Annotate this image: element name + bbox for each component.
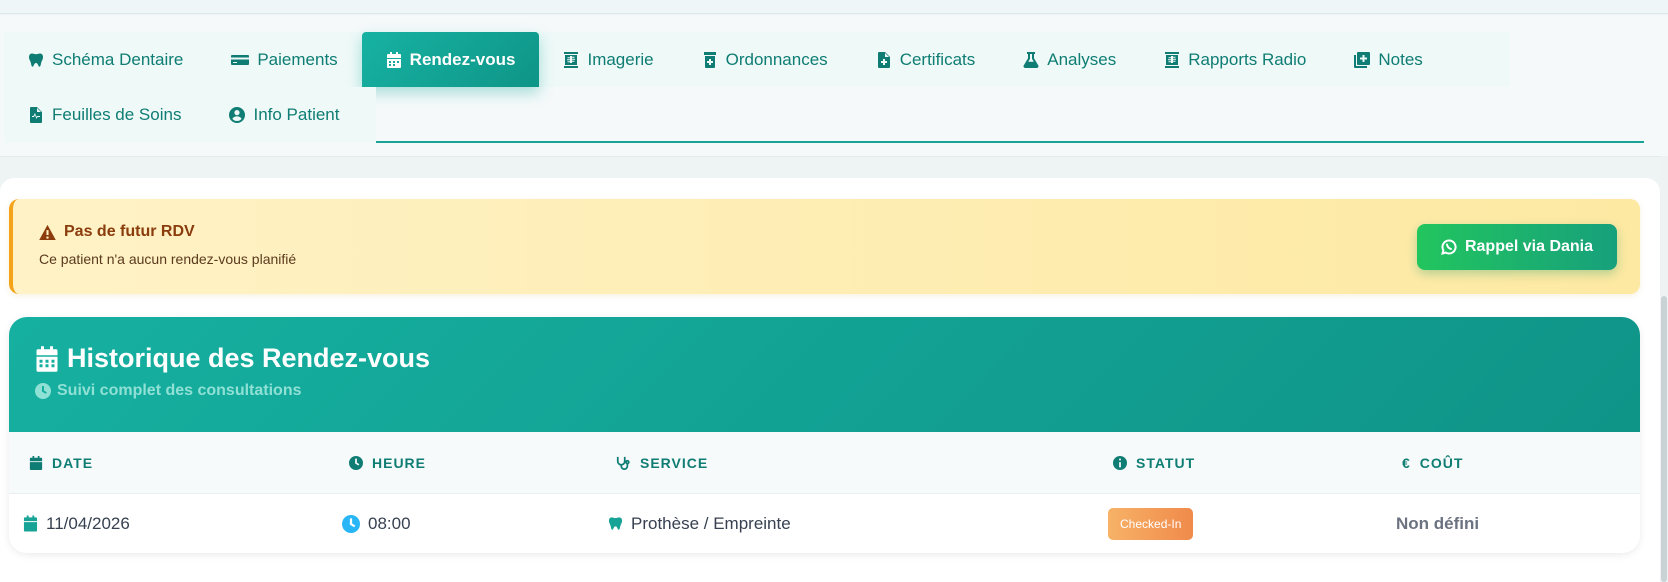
alert-title: Pas de futur RDV	[39, 223, 195, 241]
flask-icon	[1023, 51, 1039, 68]
tab-schema-dentaire[interactable]: Schéma Dentaire	[4, 32, 207, 87]
tab-row-1: Schéma Dentaire Paiements Rendez-vous Im…	[4, 32, 1510, 87]
calendar-icon	[386, 51, 402, 68]
tab-label: Imagerie	[587, 49, 654, 69]
tab-rapports-radio[interactable]: Rapports Radio	[1140, 32, 1330, 87]
tab-label: Analyses	[1047, 49, 1117, 69]
tab-label: Ordonnances	[725, 49, 828, 69]
tab-label: Rapports Radio	[1188, 49, 1307, 69]
info-circle-icon	[1113, 456, 1127, 470]
alert-message: Ce patient n'a aucun rendez-vous planifi…	[39, 251, 297, 267]
calendar-icon	[23, 515, 38, 532]
warning-icon	[39, 224, 56, 241]
xray-icon	[563, 51, 579, 68]
row-service: Prothèse / Empreinte	[608, 494, 791, 553]
table-row[interactable]: 11/04/2026 08:00 Prothèse / Empreinte Ch…	[9, 494, 1640, 553]
page-scrollbar[interactable]	[1660, 156, 1668, 582]
tab-feuilles-de-soins[interactable]: Feuilles de Soins	[4, 87, 205, 142]
no-appointment-alert: Pas de futur RDV Ce patient n'a aucun re…	[9, 199, 1640, 294]
tab-paiements[interactable]: Paiements	[207, 32, 361, 87]
row-date: 11/04/2026	[23, 494, 130, 553]
file-waveform-icon	[28, 106, 44, 123]
tab-info-patient[interactable]: Info Patient	[205, 87, 363, 142]
clock-icon	[349, 456, 363, 470]
tab-analyses[interactable]: Analyses	[999, 32, 1140, 87]
status-badge: Checked-In	[1108, 507, 1194, 540]
tooth-icon	[608, 515, 623, 532]
column-header-time[interactable]: HEURE	[349, 432, 426, 494]
history-subtitle-text: Suivi complet des consultations	[57, 382, 302, 399]
scrollbar-thumb[interactable]	[1661, 296, 1667, 582]
calendar-icon	[35, 345, 59, 372]
tabs-panel: Schéma Dentaire Paiements Rendez-vous Im…	[0, 15, 1668, 157]
clock-icon	[35, 383, 51, 399]
column-header-service[interactable]: SERVICE	[615, 432, 708, 494]
tab-imagerie[interactable]: Imagerie	[539, 32, 677, 87]
row-cost: Non défini	[1396, 513, 1480, 533]
tab-label: Certificats	[899, 49, 976, 69]
tab-rendez-vous[interactable]: Rendez-vous	[361, 32, 540, 87]
clock-icon	[342, 514, 360, 533]
column-header-date[interactable]: DATE	[29, 432, 93, 494]
tab-ordonnances[interactable]: Ordonnances	[678, 32, 852, 87]
history-title: Historique des Rendez-vous	[35, 343, 430, 374]
prescription-bottle-icon	[702, 51, 718, 68]
reminder-via-dania-button[interactable]: Rappel via Dania	[1417, 224, 1617, 270]
tab-label: Notes	[1378, 49, 1423, 69]
tab-certificats[interactable]: Certificats	[852, 32, 1000, 87]
tab-label: Paiements	[257, 49, 338, 69]
tab-label: Schéma Dentaire	[52, 49, 184, 69]
notes-icon	[1354, 51, 1371, 68]
tab-row-2: Feuilles de Soins Info Patient	[4, 87, 376, 143]
column-header-status[interactable]: STATUT	[1113, 432, 1195, 494]
whatsapp-icon	[1441, 239, 1457, 255]
row-status: Checked-In	[1108, 494, 1194, 553]
xray-report-icon	[1164, 51, 1180, 68]
tab-label: Info Patient	[253, 104, 340, 124]
column-header-cost[interactable]: € COÛT	[1402, 432, 1463, 494]
tab-label: Rendez-vous	[409, 49, 516, 69]
row-time: 08:00	[342, 494, 411, 553]
user-circle-icon	[229, 106, 246, 123]
tab-notes[interactable]: Notes	[1330, 32, 1446, 87]
stethoscope-icon	[615, 456, 631, 470]
history-header: Historique des Rendez-vous Suivi complet…	[9, 317, 1640, 432]
credit-card-icon	[231, 52, 250, 68]
table-header: DATE HEURE SERVICE STATUT € COÛT	[9, 432, 1640, 494]
top-strip	[0, 0, 1668, 14]
alert-title-text: Pas de futur RDV	[64, 223, 195, 240]
file-medical-icon	[876, 51, 892, 68]
appointment-history-card: Historique des Rendez-vous Suivi complet…	[9, 317, 1640, 553]
tooth-icon	[28, 52, 44, 68]
history-subtitle: Suivi complet des consultations	[35, 382, 302, 400]
history-title-text: Historique des Rendez-vous	[67, 343, 431, 373]
calendar-icon	[29, 456, 43, 470]
tab-label: Feuilles de Soins	[52, 104, 182, 124]
reminder-button-label: Rappel via Dania	[1464, 238, 1594, 255]
tab-bar: Schéma Dentaire Paiements Rendez-vous Im…	[4, 32, 1644, 143]
euro-icon: €	[1402, 455, 1411, 471]
